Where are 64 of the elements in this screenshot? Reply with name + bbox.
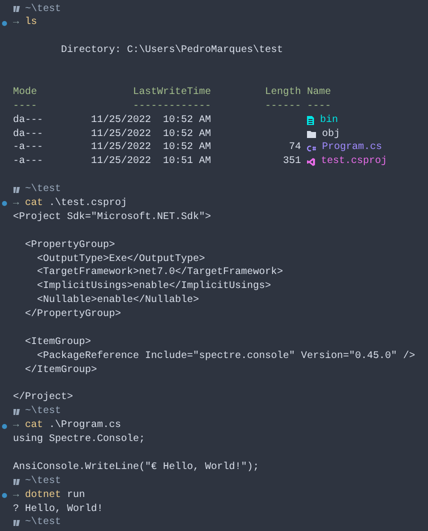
column-header: ------ bbox=[265, 100, 302, 112]
status-dot-icon bbox=[2, 20, 7, 26]
column-header: LastWriteTime bbox=[133, 86, 212, 98]
file-date: 11/25/2022 bbox=[91, 156, 152, 168]
command-name: cat bbox=[25, 419, 44, 434]
prompt-arrow: → bbox=[13, 488, 20, 503]
file-length: 351 bbox=[282, 156, 301, 168]
output-line: AnsiConsole.WriteLine("€ Hello, World!"); bbox=[13, 460, 260, 475]
status-dot-icon bbox=[2, 493, 7, 498]
prompt-arrow: → bbox=[13, 16, 20, 30]
status-dot-icon bbox=[2, 424, 7, 429]
column-header: ---- bbox=[307, 100, 332, 114]
output-line: <OutputType>Exe</OutputType> bbox=[36, 252, 206, 266]
column-header: ------------- bbox=[133, 100, 212, 112]
file-name: obj bbox=[322, 128, 340, 142]
file-mode: da--- bbox=[13, 114, 44, 126]
output-line: <Project Sdk="Microsoft.NET.Sdk"> bbox=[13, 210, 212, 225]
file-date: 11/25/2022 bbox=[91, 128, 152, 140]
command-arguments: .\test.csproj bbox=[49, 196, 128, 211]
file-mode: da--- bbox=[13, 128, 44, 140]
command-name: dotnet bbox=[25, 488, 62, 503]
file-name: bin bbox=[320, 114, 338, 128]
file-mode: -a--- bbox=[13, 156, 44, 168]
column-header: Mode bbox=[13, 86, 38, 98]
prompt-path: ~\test bbox=[25, 183, 62, 197]
output-line: <TargetFramework>net7.0</TargetFramework> bbox=[36, 266, 284, 280]
output-line: </ItemGroup> bbox=[24, 364, 98, 378]
output-line: using Spectre.Console; bbox=[13, 433, 146, 448]
output-line: </PropertyGroup> bbox=[24, 308, 122, 322]
prompt-arrow: → bbox=[13, 419, 20, 434]
status-dot-icon bbox=[2, 201, 7, 206]
file-time: 10:51 AM bbox=[163, 156, 212, 168]
output-line: <ItemGroup> bbox=[24, 336, 92, 350]
file-mode: -a--- bbox=[13, 142, 44, 154]
file-length: 74 bbox=[288, 142, 301, 154]
file-time: 10:52 AM bbox=[163, 142, 212, 154]
output-line: <Nullable>enable</Nullable> bbox=[36, 294, 200, 308]
command-name: cat bbox=[25, 196, 44, 211]
ribbon-icon bbox=[307, 158, 315, 166]
file-date: 11/25/2022 bbox=[91, 142, 152, 154]
output-line: </Project> bbox=[13, 391, 74, 406]
file-date: 11/25/2022 bbox=[91, 114, 152, 126]
column-header: Length bbox=[265, 86, 302, 98]
file-name: Program.cs bbox=[322, 141, 382, 156]
output-line: Directory: C:\Users\PedroMarques\test bbox=[60, 44, 284, 58]
prompt-path: ~\test bbox=[25, 516, 62, 530]
prompt-path: ~\test bbox=[25, 405, 62, 420]
output-line: <PropertyGroup> bbox=[24, 238, 116, 253]
file-time: 10:52 AM bbox=[163, 128, 212, 140]
document-icon bbox=[307, 116, 314, 126]
command-name: ls bbox=[25, 16, 38, 30]
column-header: ---- bbox=[13, 100, 38, 112]
output-line: ? Hello, World! bbox=[13, 502, 104, 516]
column-header: Name bbox=[307, 86, 332, 100]
prompt-path: ~\test bbox=[25, 2, 62, 16]
code-file-icon bbox=[307, 144, 316, 152]
prompt-path: ~\test bbox=[25, 474, 62, 489]
output-line: <PackageReference Include="spectre.console" Version="0.45.0" /> bbox=[36, 350, 416, 364]
output-line: <ImplicitUsings>enable</ImplicitUsings> bbox=[36, 280, 272, 294]
prompt-arrow: → bbox=[13, 196, 20, 211]
file-name: test.csproj bbox=[321, 155, 388, 170]
command-arguments: run bbox=[67, 488, 86, 503]
command-arguments: .\Program.cs bbox=[49, 419, 122, 434]
file-time: 10:52 AM bbox=[163, 114, 212, 126]
